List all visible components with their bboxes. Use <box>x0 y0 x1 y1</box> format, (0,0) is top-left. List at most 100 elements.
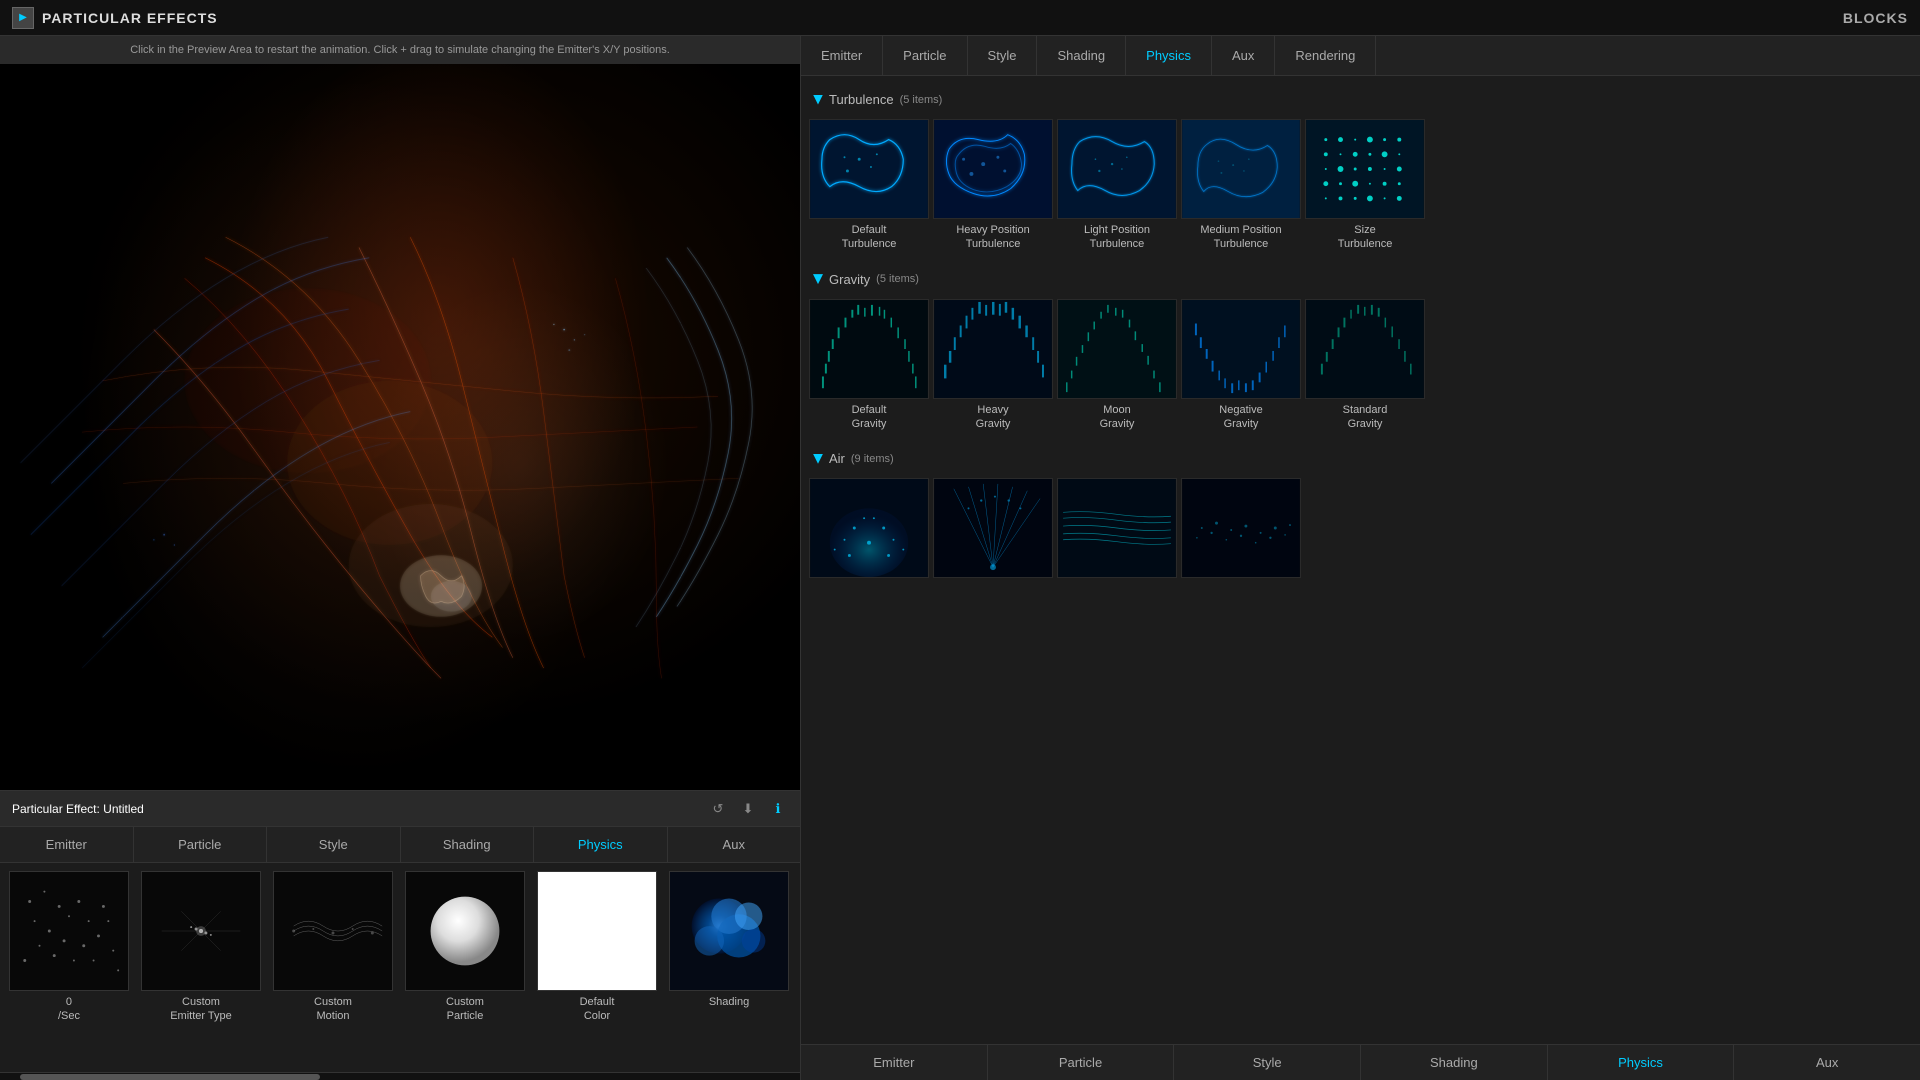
status-label: Particular Effect: <box>12 802 100 816</box>
tab-style[interactable]: Style <box>267 827 401 862</box>
thumb-default-gravity <box>809 299 929 399</box>
status-name: Untitled <box>103 802 144 816</box>
preset-color[interactable]: DefaultColor <box>532 871 662 1024</box>
preset-shading[interactable]: Shading <box>664 871 794 1009</box>
preset-emitter-type[interactable]: CustomEmitter Type <box>136 871 266 1024</box>
preset-particle[interactable]: CustomParticle <box>400 871 530 1024</box>
tab-physics[interactable]: Physics <box>534 827 668 862</box>
air-section-header[interactable]: Air (9 items) <box>809 443 1912 474</box>
top-bar: ▶ PARTICULAR EFFECTS BLOCKS <box>0 0 1920 36</box>
right-bottom-tab-style[interactable]: Style <box>1174 1045 1361 1080</box>
status-bar: Particular Effect: Untitled ↺ ⬇ ℹ <box>0 790 800 826</box>
gravity-label: Gravity <box>829 272 870 287</box>
preset-label-partial: 0/Sec <box>58 995 80 1024</box>
grid-label-default-turbulence: DefaultTurbulence <box>842 223 897 252</box>
grid-air-4[interactable] <box>1181 478 1301 582</box>
grid-size-turbulence[interactable]: SizeTurbulence <box>1305 119 1425 252</box>
preset-motion[interactable]: CustomMotion <box>268 871 398 1024</box>
grid-label-size-turbulence: SizeTurbulence <box>1338 223 1393 252</box>
tab-shading[interactable]: Shading <box>401 827 535 862</box>
right-bottom-tab-shading[interactable]: Shading <box>1361 1045 1548 1080</box>
grid-air-2[interactable] <box>933 478 1053 582</box>
main-content: Click in the Preview Area to restart the… <box>0 36 1920 1080</box>
right-bottom-tab-physics[interactable]: Physics <box>1548 1045 1735 1080</box>
right-bottom-tab-bar: Emitter Particle Style Shading Physics A… <box>801 1044 1920 1080</box>
right-tab-aux[interactable]: Aux <box>1212 36 1275 75</box>
play-button[interactable]: ▶ <box>12 7 34 29</box>
grid-label-heavy-turbulence: Heavy PositionTurbulence <box>956 223 1029 252</box>
right-tab-particle[interactable]: Particle <box>883 36 967 75</box>
turbulence-grid: DefaultTurbulence <box>809 115 1912 264</box>
preset-thumb-motion <box>273 871 393 991</box>
right-bottom-tab-emitter[interactable]: Emitter <box>801 1045 988 1080</box>
right-bottom-tab-aux[interactable]: Aux <box>1734 1045 1920 1080</box>
info-icon[interactable]: ℹ <box>768 799 788 819</box>
particle-svg <box>0 64 800 790</box>
hint-bar: Click in the Preview Area to restart the… <box>0 36 800 64</box>
grid-standard-gravity[interactable]: StandardGravity <box>1305 299 1425 432</box>
thumb-default-turbulence <box>809 119 929 219</box>
air-toggle[interactable] <box>813 454 823 464</box>
right-tab-style[interactable]: Style <box>968 36 1038 75</box>
preset-partial[interactable]: 0/Sec <box>4 871 134 1024</box>
thumb-air-3 <box>1057 478 1177 578</box>
air-count: (9 items) <box>851 453 894 465</box>
status-text: Particular Effect: Untitled <box>12 802 144 816</box>
grid-label-medium-turbulence: Medium PositionTurbulence <box>1200 223 1281 252</box>
right-tab-rendering[interactable]: Rendering <box>1275 36 1376 75</box>
grid-default-gravity[interactable]: DefaultGravity <box>809 299 929 432</box>
grid-label-standard-gravity: StandardGravity <box>1343 403 1388 432</box>
right-bottom-tab-particle[interactable]: Particle <box>988 1045 1175 1080</box>
right-tab-bar: Emitter Particle Style Shading Physics A… <box>801 36 1920 76</box>
grid-label-heavy-gravity: HeavyGravity <box>976 403 1011 432</box>
thumb-air-2 <box>933 478 1053 578</box>
top-bar-left: ▶ PARTICULAR EFFECTS <box>12 7 218 29</box>
tab-aux[interactable]: Aux <box>668 827 801 862</box>
turbulence-count: (5 items) <box>900 94 943 106</box>
turbulence-toggle[interactable] <box>813 95 823 105</box>
thumb-air-4 <box>1181 478 1301 578</box>
save-icon[interactable]: ⬇ <box>738 799 758 819</box>
preset-label-shading: Shading <box>709 995 749 1009</box>
grid-label-default-gravity: DefaultGravity <box>852 403 887 432</box>
gravity-toggle[interactable] <box>813 274 823 284</box>
gravity-grid: DefaultGravity <box>809 295 1912 444</box>
grid-default-turbulence[interactable]: DefaultTurbulence <box>809 119 929 252</box>
reset-icon[interactable]: ↺ <box>708 799 728 819</box>
right-panel: Emitter Particle Style Shading Physics A… <box>800 36 1920 1080</box>
grid-negative-gravity[interactable]: NegativeGravity <box>1181 299 1301 432</box>
preset-thumb-shading <box>669 871 789 991</box>
grid-air-1[interactable] <box>809 478 929 582</box>
horizontal-scrollbar[interactable] <box>0 1072 800 1080</box>
preset-thumb-partial <box>9 871 129 991</box>
grid-heavy-gravity[interactable]: HeavyGravity <box>933 299 1053 432</box>
grid-air-3[interactable] <box>1057 478 1177 582</box>
right-tab-physics[interactable]: Physics <box>1126 36 1212 75</box>
right-tab-emitter[interactable]: Emitter <box>801 36 883 75</box>
preset-label-particle: CustomParticle <box>446 995 484 1024</box>
grid-label-negative-gravity: NegativeGravity <box>1219 403 1262 432</box>
turbulence-section-header[interactable]: Turbulence (5 items) <box>809 84 1912 115</box>
thumb-heavy-gravity <box>933 299 1053 399</box>
grid-medium-turbulence[interactable]: Medium PositionTurbulence <box>1181 119 1301 252</box>
preset-label-color: DefaultColor <box>580 995 615 1024</box>
blocks-label: BLOCKS <box>1843 10 1908 26</box>
grid-light-turbulence[interactable]: Light PositionTurbulence <box>1057 119 1177 252</box>
thumb-negative-gravity <box>1181 299 1301 399</box>
tab-emitter[interactable]: Emitter <box>0 827 134 862</box>
thumb-standard-gravity <box>1305 299 1425 399</box>
gravity-count: (5 items) <box>876 273 919 285</box>
thumb-air-1 <box>809 478 929 578</box>
preset-label-motion: CustomMotion <box>314 995 352 1024</box>
air-label: Air <box>829 451 845 466</box>
gravity-section-header[interactable]: Gravity (5 items) <box>809 264 1912 295</box>
bottom-preset-scroll[interactable]: 0/Sec <box>0 863 800 1072</box>
preview-area[interactable] <box>0 64 800 790</box>
grid-heavy-turbulence[interactable]: Heavy PositionTurbulence <box>933 119 1053 252</box>
status-icons: ↺ ⬇ ℹ <box>708 799 788 819</box>
grid-moon-gravity[interactable]: MoonGravity <box>1057 299 1177 432</box>
thumb-light-turbulence <box>1057 119 1177 219</box>
tab-particle[interactable]: Particle <box>134 827 268 862</box>
scrollbar-thumb[interactable] <box>20 1074 320 1080</box>
right-tab-shading[interactable]: Shading <box>1037 36 1126 75</box>
